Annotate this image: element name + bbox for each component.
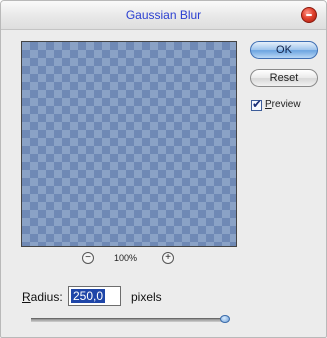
radius-input[interactable]: 250,0 <box>68 286 121 306</box>
title-bar[interactable]: Gaussian Blur <box>1 1 326 30</box>
window-title: Gaussian Blur <box>125 8 202 22</box>
reset-button[interactable]: Reset <box>250 69 318 87</box>
zoom-level: 100% <box>114 253 138 263</box>
radius-label-rest: adius: <box>30 290 63 304</box>
radius-label-mnemonic: R <box>22 290 31 304</box>
radius-slider-track[interactable] <box>31 318 226 322</box>
radius-value: 250,0 <box>71 289 106 303</box>
preview-label: Preview <box>265 99 301 110</box>
minus-icon[interactable]: − <box>82 252 94 264</box>
plus-icon[interactable]: + <box>162 252 174 264</box>
preview-label-mnemonic: P <box>265 99 272 110</box>
preview-label-rest: review <box>271 99 301 110</box>
radius-label: Radius: <box>22 290 63 304</box>
radius-slider-thumb[interactable] <box>220 315 230 323</box>
radius-unit-label: pixels <box>131 290 162 304</box>
ok-button[interactable]: OK <box>250 41 318 59</box>
gaussian-blur-dialog: Gaussian Blur OK Reset ✔ Preview − 100% … <box>0 0 327 338</box>
preview-checkbox[interactable]: ✔ <box>251 97 263 111</box>
checkmark-icon: ✔ <box>252 97 263 111</box>
close-icon[interactable] <box>301 7 317 23</box>
preview-canvas[interactable] <box>21 41 237 247</box>
